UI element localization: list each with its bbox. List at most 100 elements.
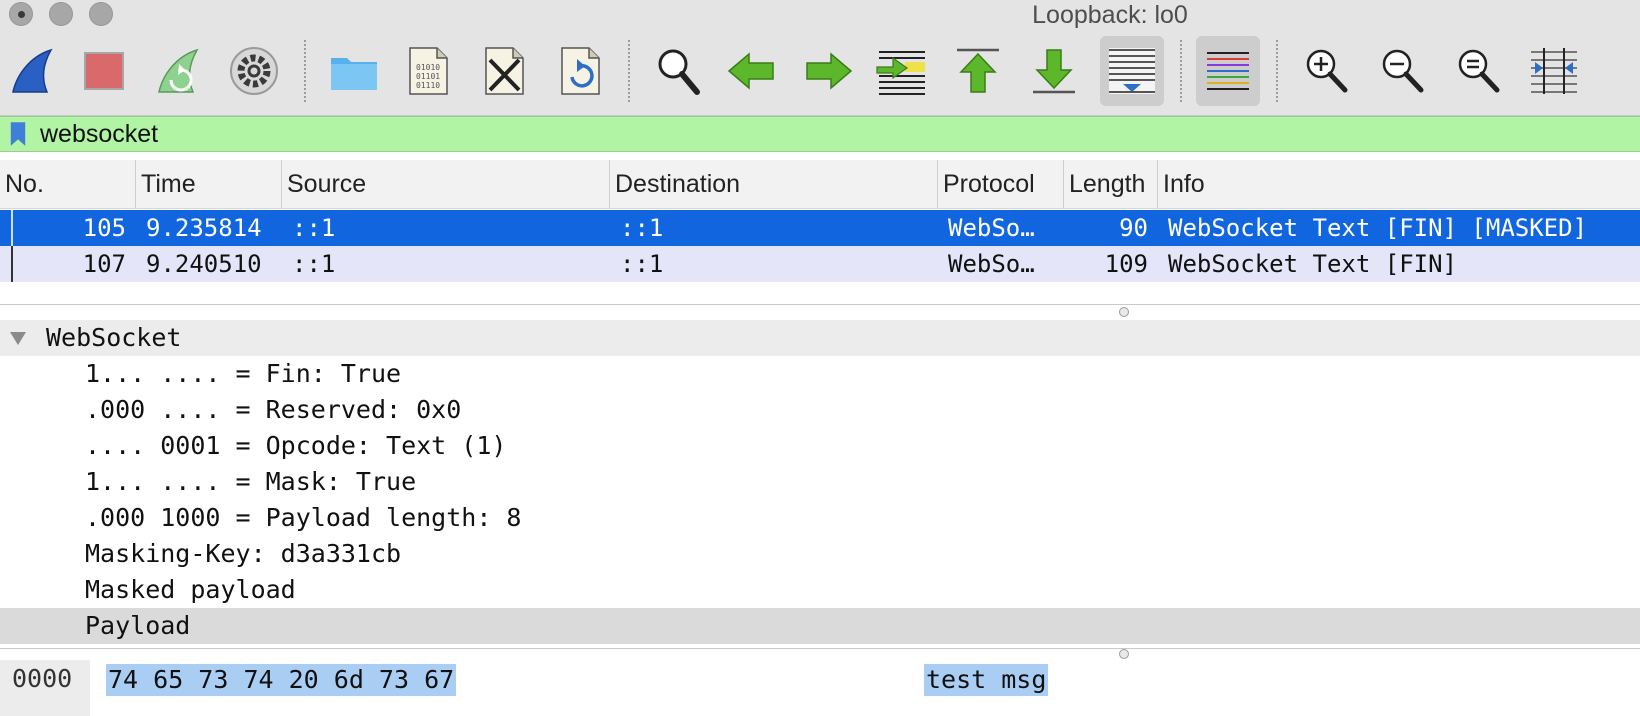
tree-field[interactable]: .000 .... = Reserved: 0x0 [0, 392, 1640, 428]
stop-capture-button[interactable] [72, 36, 136, 106]
go-back-button[interactable] [720, 36, 784, 106]
cell-no: 107 [82, 250, 126, 278]
go-forward-button[interactable] [796, 36, 860, 106]
go-last-packet-button[interactable] [1022, 36, 1086, 106]
svg-text:01101: 01101 [416, 72, 440, 81]
column-header-destination[interactable]: Destination [609, 160, 937, 208]
related-packet-marker [11, 210, 13, 246]
cell-time: 9.235814 [146, 214, 262, 242]
packet-bytes-pane: 0000 74 65 73 74 20 6d 73 67 test msg [0, 660, 1640, 716]
tree-field[interactable]: Masking-Key: d3a331cb [0, 536, 1640, 572]
cell-info: WebSocket Text [FIN] [MASKED] [1168, 214, 1588, 242]
column-header-length[interactable]: Length [1063, 160, 1157, 208]
column-header-time[interactable]: Time [135, 160, 281, 208]
stop-square-icon [84, 52, 124, 90]
start-capture-button[interactable] [2, 36, 66, 106]
gear-icon [230, 47, 278, 95]
tree-field[interactable]: .... 0001 = Opcode: Text (1) [0, 428, 1640, 464]
tree-field[interactable]: .000 1000 = Payload length: 8 [0, 500, 1640, 536]
cell-info: WebSocket Text [FIN] [1168, 250, 1457, 278]
arrow-left-icon [727, 52, 774, 90]
column-header-source[interactable]: Source [281, 160, 609, 208]
display-filter-input[interactable]: websocket [40, 117, 158, 151]
magnifier-icon [658, 49, 700, 95]
tree-field-label: .000 .... = Reserved: 0x0 [85, 395, 462, 424]
tree-field[interactable]: 1... .... = Mask: True [0, 464, 1640, 500]
find-packet-button[interactable] [646, 36, 710, 106]
ascii-bytes[interactable]: test msg [924, 664, 1049, 696]
restart-capture-button[interactable] [148, 36, 212, 106]
column-header-info[interactable]: Info [1157, 160, 1640, 208]
close-file-icon [485, 47, 524, 95]
cell-destination: ::1 [620, 214, 664, 242]
colorize-lines-icon [1207, 52, 1249, 90]
tree-field-label: 1... .... = Fin: True [85, 359, 402, 388]
zoom-in-icon [1306, 49, 1348, 93]
reload-file-icon [561, 47, 600, 95]
go-to-packet-button[interactable] [870, 36, 934, 106]
pane-splitter-handle[interactable] [1119, 307, 1129, 317]
cell-destination: ::1 [620, 250, 664, 278]
zoom-in-button[interactable] [1294, 36, 1358, 106]
save-file-button[interactable]: 01010 01101 01110 [396, 36, 460, 106]
open-file-button[interactable] [322, 36, 386, 106]
related-packet-marker [11, 246, 13, 282]
cell-length: 109 [1104, 250, 1148, 278]
window-title: Loopback: lo0 [1032, 1, 1188, 29]
resize-columns-button[interactable] [1522, 36, 1586, 106]
tree-field-label: Masked payload [85, 575, 296, 604]
pane-splitter-handle[interactable] [1119, 649, 1129, 659]
filter-bookmark-button[interactable] [4, 120, 32, 148]
normal-size-button[interactable] [1446, 36, 1510, 106]
hex-bytes[interactable]: 74 65 73 74 20 6d 73 67 [106, 664, 457, 696]
tree-field-label: Masking-Key: d3a331cb [85, 539, 402, 568]
close-file-button[interactable] [472, 36, 536, 106]
packet-details-tree: WebSocket 1... .... = Fin: True .000 ...… [0, 320, 1640, 649]
zoom-reset-icon [1458, 49, 1500, 93]
arrow-first-icon [957, 48, 999, 93]
column-header-no[interactable]: No. [0, 160, 135, 208]
zoom-out-button[interactable] [1370, 36, 1434, 106]
zoom-window-button[interactable] [89, 2, 113, 26]
svg-text:01010: 01010 [416, 63, 440, 72]
auto-scroll-icon [1109, 48, 1155, 94]
restart-fin-icon [158, 48, 199, 93]
tree-field[interactable]: 1... .... = Fin: True [0, 356, 1640, 392]
packet-row[interactable]: 107 9.240510 ::1 ::1 WebSo… 109 WebSocke… [0, 246, 1640, 282]
tree-field[interactable]: Masked payload [0, 572, 1640, 608]
cell-protocol: WebSo… [948, 250, 1035, 278]
expand-triangle-icon[interactable] [10, 332, 26, 345]
zoom-out-icon [1382, 49, 1424, 93]
go-first-packet-button[interactable] [946, 36, 1010, 106]
capture-options-button[interactable] [222, 36, 286, 106]
binary-file-icon: 01010 01101 01110 [409, 47, 448, 95]
tree-field-label: 1... .... = Mask: True [85, 467, 417, 496]
shark-fin-icon [12, 48, 53, 93]
bookmark-icon [10, 122, 26, 146]
arrow-right-icon [806, 52, 853, 90]
folder-icon [331, 58, 377, 90]
packet-row[interactable]: 105 9.235814 ::1 ::1 WebSo… 90 WebSocket… [0, 210, 1640, 246]
cell-source: ::1 [292, 214, 336, 242]
minimize-window-button[interactable] [49, 2, 73, 26]
packet-list: No. Time Source Destination Protocol Len… [0, 160, 1640, 305]
tree-field-label: .... 0001 = Opcode: Text (1) [85, 431, 507, 460]
tree-item-websocket[interactable]: WebSocket [0, 320, 1640, 356]
auto-scroll-button[interactable] [1100, 36, 1164, 106]
tree-field-label: .000 1000 = Payload length: 8 [85, 503, 522, 532]
colorize-button[interactable] [1196, 36, 1260, 106]
cell-no: 105 [82, 214, 126, 242]
cell-time: 9.240510 [146, 250, 262, 278]
tree-field-label: Payload [85, 611, 191, 640]
byte-offset: 0000 [12, 664, 73, 693]
svg-text:01110: 01110 [416, 81, 440, 90]
tree-field-selected[interactable]: Payload [0, 608, 1640, 644]
packet-list-header: No. Time Source Destination Protocol Len… [0, 160, 1640, 209]
column-header-protocol[interactable]: Protocol [937, 160, 1063, 208]
resize-columns-icon [1531, 48, 1577, 94]
reload-file-button[interactable] [548, 36, 612, 106]
close-window-button[interactable] [9, 2, 33, 26]
cell-length: 90 [1119, 214, 1148, 242]
cell-protocol: WebSo… [948, 214, 1035, 242]
cell-source: ::1 [292, 250, 336, 278]
